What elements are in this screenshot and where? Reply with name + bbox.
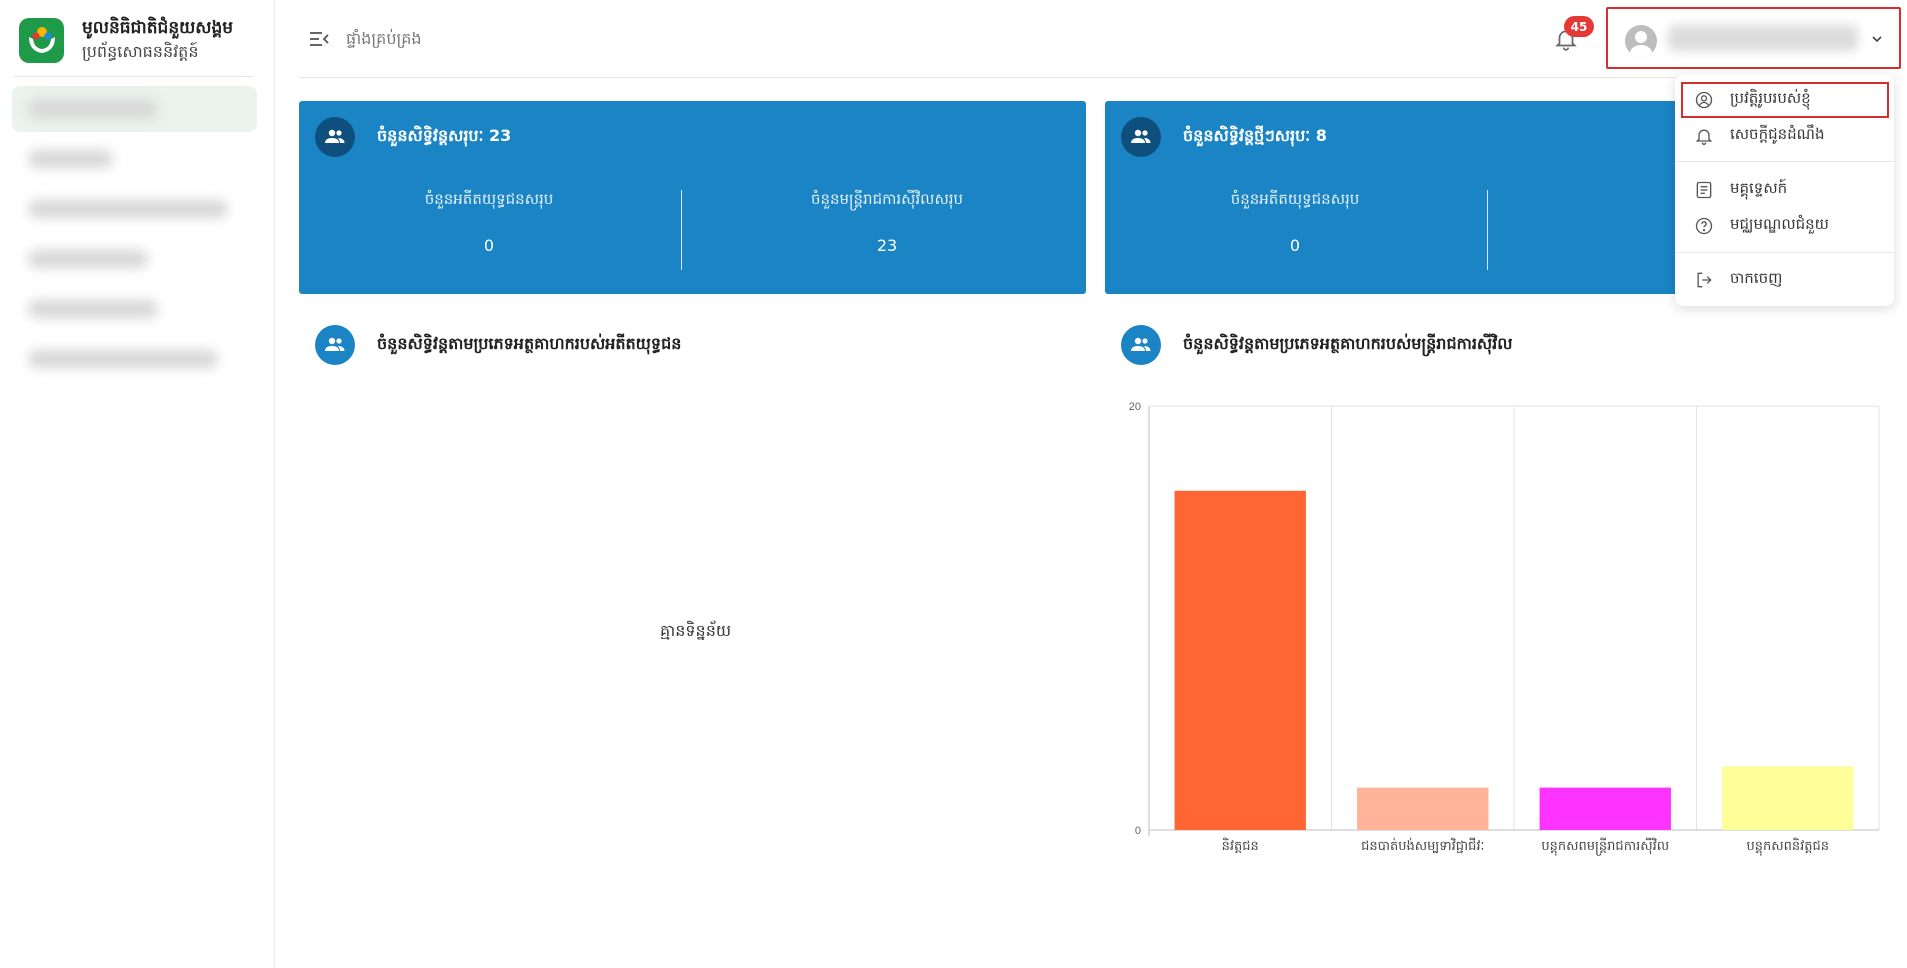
brand-subtitle: ប្រព័ន្ធសោធននិវត្តន៍: [82, 42, 199, 61]
user-dropdown-menu: ប្រវត្តិរូបរបស់ខ្ញុំ សេចក្តីជូនដំណឹង មគ្…: [1675, 74, 1894, 306]
menu-toggle-icon[interactable]: [307, 27, 331, 51]
veterans-section-header: ចំនួនសិទ្ធិវន្តតាមប្រភេទអត្ថគាហករបស់អតីត…: [315, 325, 681, 365]
menu-item-logout[interactable]: ចាកចេញ: [1675, 262, 1894, 298]
y-tick-label: 20: [1129, 401, 1141, 413]
stat-value: 23: [876, 236, 898, 255]
sidebar-item-3[interactable]: [12, 186, 257, 232]
people-icon: [1121, 117, 1161, 157]
x-tick-label: បន្តុកសពនិវត្តជន: [1746, 837, 1829, 856]
no-data-text: គ្មានទិន្នន័យ: [660, 621, 732, 640]
logout-icon: [1693, 269, 1715, 291]
menu-item-help-center[interactable]: មជ្ឈមណ្ឌលជំនួយ: [1675, 208, 1894, 244]
redacted-label: [28, 100, 158, 118]
x-tick-label: និវត្តជន: [1222, 837, 1259, 854]
user-menu-button[interactable]: [1606, 7, 1901, 69]
brand-divider: [14, 76, 252, 77]
section-title: ចំនួនសិទ្ធិវន្តតាមប្រភេទអត្ថគាហករបស់អតីត…: [377, 334, 682, 353]
sidebar-item-5[interactable]: [12, 286, 257, 332]
help-icon: [1693, 215, 1715, 237]
menu-item-label: មគ្គុទ្ទេសក៍: [1730, 179, 1788, 197]
section-title: ចំនួនសិទ្ធិវន្តតាមប្រភេទអត្ថគាហករបស់មន្ត…: [1183, 334, 1513, 353]
brand[interactable]: មូលនិធិជាតិជំនួយសង្គម ប្រព័ន្ធសោធននិវត្ត…: [19, 16, 233, 64]
bar: [1357, 787, 1489, 830]
stat-label: ចំនួនមន្ត្រីរាជការស៊ីវិលសរុប: [810, 190, 964, 208]
menu-item-label: មជ្ឈមណ្ឌលជំនួយ: [1730, 215, 1829, 233]
brand-title: មូលនិធិជាតិជំនួយសង្គម: [82, 18, 234, 38]
logo-icon: [19, 17, 64, 63]
civil-section-header: ចំនួនសិទ្ធិវន្តតាមប្រភេទអត្ថគាហករបស់មន្ត…: [1121, 325, 1512, 365]
menu-item-guide[interactable]: មគ្គុទ្ទេសក៍: [1675, 172, 1894, 208]
x-tick-label: ជនបាត់បង់សម្បទាវិជ្ជាជីវៈ: [1361, 837, 1484, 854]
sidebar: មូលនិធិជាតិជំនួយសង្គម ប្រព័ន្ធសោធននិវត្ត…: [0, 0, 275, 968]
menu-item-label: សេចក្តីជូនដំណឹង: [1730, 125, 1825, 143]
bar: [1722, 766, 1854, 830]
redacted-label: [28, 350, 218, 368]
user-name-redacted: [1668, 25, 1858, 51]
menu-item-my-profile[interactable]: ប្រវត្តិរូបរបស់ខ្ញុំ: [1681, 82, 1889, 118]
user-circle-icon: [1693, 89, 1715, 111]
redacted-label: [28, 200, 228, 218]
x-tick-label: បន្តុកសពមន្ត្រីរាជការស៊ីវិល: [1541, 837, 1669, 856]
stat-divider: [681, 190, 682, 270]
card-title: ចំនួនសិទ្ធិវន្តថ្មីៗសរុបៈ 8: [1183, 126, 1327, 145]
stat-label: ចំនួនអតីតយុទ្ធជនសរុប: [1230, 190, 1360, 208]
sidebar-item-4[interactable]: [12, 236, 257, 282]
civil-servants-bar-chart: 0 20 និវត្តជន ជនបាត់បង់សម្បទាវិជ្ជាជីវៈ បន្ត…: [1129, 401, 1880, 856]
sidebar-item-2[interactable]: [12, 136, 257, 182]
people-icon: [1121, 325, 1161, 365]
redacted-label: [28, 300, 158, 318]
y-tick-label: 0: [1135, 825, 1141, 837]
menu-item-notifications[interactable]: សេចក្តីជូនដំណឹង: [1675, 118, 1894, 154]
menu-item-label: ប្រវត្តិរូបរបស់ខ្ញុំ: [1730, 89, 1811, 107]
redacted-label: [28, 150, 113, 168]
menu-divider: [1675, 161, 1894, 162]
bell-icon: [1693, 125, 1715, 147]
stat-label: ចំនួនអតីតយុទ្ធជនសរុប: [424, 190, 554, 208]
people-icon: [315, 117, 355, 157]
menu-divider: [1675, 252, 1894, 253]
stat-value: 0: [1289, 236, 1301, 255]
menu-item-label: ចាកចេញ: [1730, 269, 1783, 287]
stat-divider: [1487, 190, 1488, 270]
header-divider: [299, 77, 1887, 78]
people-icon: [315, 325, 355, 365]
bar: [1174, 490, 1306, 830]
document-icon: [1693, 179, 1715, 201]
stat-value: 0: [483, 236, 495, 255]
breadcrumb: ផ្ទាំងគ្រប់គ្រង: [346, 29, 422, 48]
chevron-down-icon: [1870, 31, 1884, 45]
card-title: ចំនួនសិទ្ធិវន្តសរុបៈ 23: [377, 126, 512, 145]
notification-badge: 45: [1564, 16, 1594, 37]
redacted-label: [28, 250, 148, 268]
sidebar-item-6[interactable]: [12, 336, 257, 382]
sidebar-item-dashboard[interactable]: [12, 86, 257, 132]
bar: [1539, 787, 1671, 830]
total-beneficiaries-card: ចំនួនសិទ្ធិវន្តសរុបៈ 23 ចំនួនអតីតយុទ្ធជន…: [299, 101, 1086, 294]
avatar: [1625, 25, 1657, 57]
